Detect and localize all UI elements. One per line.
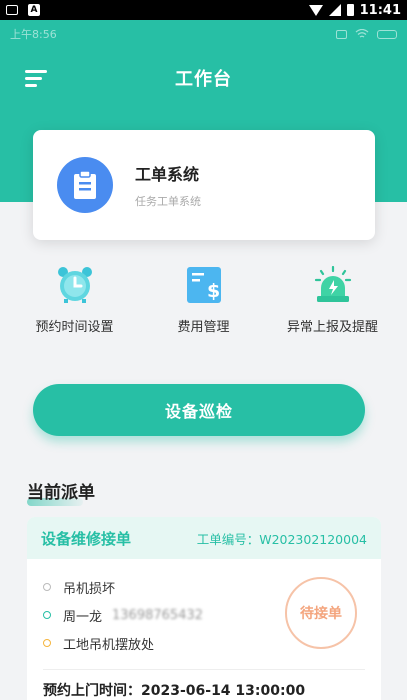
system-time: 11:41: [359, 2, 401, 18]
system-card-subtitle: 任务工单系统: [135, 195, 201, 208]
battery-icon: [346, 4, 354, 16]
equipment-inspection-button[interactable]: 设备巡检: [33, 384, 365, 436]
inner-status-time: 上午8:56: [10, 28, 57, 41]
quick-menu: 预约时间设置 $ 费用管理 异常上报及提醒: [0, 262, 407, 352]
contact-dot-icon: [43, 611, 51, 619]
quick-label-cost: 费用管理: [177, 320, 230, 335]
signal-icon: [328, 4, 341, 16]
quick-item-cost-management[interactable]: $ 费用管理: [144, 262, 264, 352]
system-card-title: 工单系统: [135, 165, 200, 184]
appointment-time: 预约上门时间：2023-06-14 13:00:00: [43, 683, 306, 699]
inner-status-bar: 上午8:56: [10, 26, 397, 42]
issue-dot-icon: [43, 583, 51, 591]
order-card-body: 吊机损坏 周一龙 13698765432 工地吊机摆放处 待接单: [27, 559, 381, 657]
workbench-screen: A 11:41 上午8:56 工作台 工单系统 任务工单系统 预约时间设置 $ …: [0, 0, 407, 700]
order-type: 设备维修接单: [41, 529, 132, 548]
order-number: 工单编号：W202302120004: [196, 531, 367, 547]
svg-text:$: $: [207, 280, 220, 302]
mail-icon: [6, 5, 18, 15]
section-title: 当前派单: [27, 483, 95, 503]
quick-item-exception-report[interactable]: 异常上报及提醒: [273, 262, 393, 352]
app-a-icon: A: [28, 4, 40, 16]
contact-phone[interactable]: 13698765432: [112, 608, 203, 623]
work-order-system-card[interactable]: 工单系统 任务工单系统: [33, 130, 375, 240]
quick-label-exception: 异常上报及提醒: [286, 320, 378, 335]
alarm-clock-icon: [56, 262, 94, 304]
order-card-header: 设备维修接单 工单编号：W202302120004: [27, 517, 381, 559]
clipboard-icon: [57, 157, 113, 213]
quick-item-appointment-time[interactable]: 预约时间设置: [15, 262, 135, 352]
location-dot-icon: [43, 639, 51, 647]
quick-label-appointment: 预约时间设置: [35, 320, 114, 335]
order-issue: 吊机损坏: [63, 581, 116, 597]
android-status-bar: A 11:41: [0, 0, 407, 20]
warning-light-icon: [313, 262, 353, 304]
order-location: 工地吊机摆放处: [63, 637, 155, 653]
wifi-icon: [308, 4, 323, 16]
page-title: 工作台: [175, 69, 232, 90]
wifi-faded-icon: [355, 29, 369, 38]
accept-order-stamp[interactable]: 待接单: [285, 577, 357, 649]
money-bill-icon: $: [186, 262, 222, 304]
contact-name: 周一龙: [63, 609, 103, 625]
order-card[interactable]: 设备维修接单 工单编号：W202302120004 吊机损坏 周一龙 13698…: [27, 517, 381, 700]
battery-faded-icon: [377, 29, 397, 39]
sim-icon: [336, 29, 347, 39]
